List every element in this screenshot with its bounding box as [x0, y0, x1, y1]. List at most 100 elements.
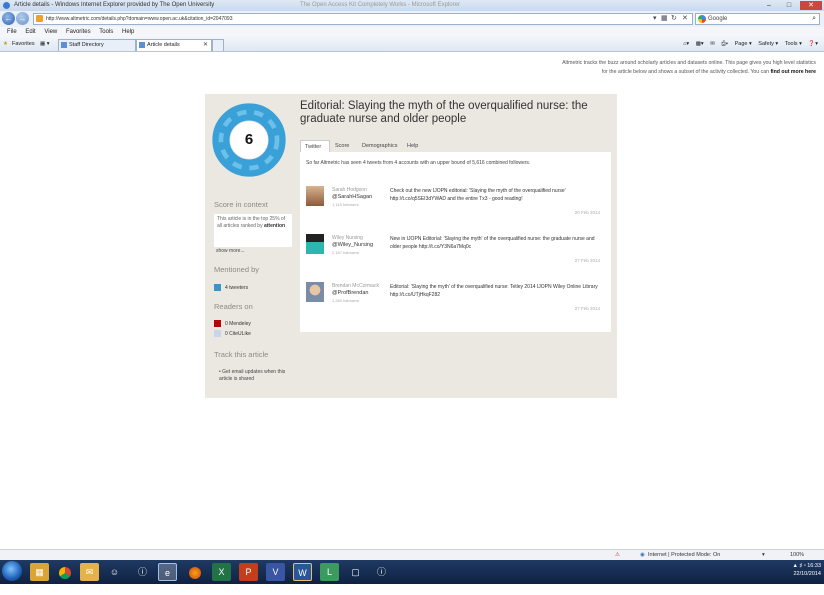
email-updates-text: Get email updates when this article is s… — [219, 369, 286, 382]
altmetric-score: 6 — [244, 131, 254, 148]
menu-edit[interactable]: Edit — [25, 29, 35, 35]
tweet-handle[interactable]: @SarahHSagan — [332, 194, 372, 201]
search-icon[interactable]: ⌕ — [812, 14, 816, 24]
intro-line-1: Altmetric tracks the buzz around scholar… — [562, 60, 816, 66]
tweet-author: Wiley Nursing — [332, 235, 363, 241]
quick-tabs-icon[interactable]: ▦ ▾ — [40, 39, 50, 50]
email-updates-link[interactable]: • Get email updates when this article is… — [219, 369, 289, 383]
compat-view-icon[interactable]: ▦ — [661, 14, 668, 22]
tweet-date[interactable]: 20 Feb 2014 — [575, 210, 600, 215]
tweet-date[interactable]: 27 Feb 2014 — [575, 258, 600, 263]
page-icon — [139, 42, 145, 48]
mail-icon[interactable]: ✉ — [710, 41, 715, 47]
chrome-icon[interactable] — [55, 563, 74, 581]
mendeley-swatch-icon — [214, 320, 221, 327]
tab-demographics[interactable]: Demographics — [358, 140, 401, 152]
menu-help[interactable]: Help — [122, 29, 134, 35]
help-icon[interactable]: ❓▾ — [808, 41, 818, 47]
tweet-date[interactable]: 27 Feb 2014 — [575, 306, 600, 311]
tab-label: Staff Directory — [69, 42, 104, 48]
find-out-more-link[interactable]: find out more here — [770, 69, 816, 75]
tab-article-details[interactable]: Article details ✕ — [136, 39, 212, 51]
lync-icon[interactable]: L — [320, 563, 339, 581]
internet-explorer-icon[interactable]: e — [158, 563, 177, 581]
tweet-author: Brendan McCormack — [332, 283, 379, 289]
forward-button[interactable]: → — [16, 12, 29, 25]
favorites-button[interactable]: Favorites — [12, 39, 35, 50]
menu-favorites[interactable]: Favorites — [66, 29, 91, 35]
security-zone[interactable]: Internet | Protected Mode: On — [648, 550, 720, 560]
refresh-icon[interactable]: ↻ — [671, 14, 677, 22]
popup-blocked-icon[interactable]: ⚠ — [615, 550, 620, 560]
citeulike-swatch-icon — [214, 330, 221, 337]
tray-icons[interactable]: ▲ ♯ ▫ — [793, 563, 806, 569]
feeds-icon[interactable]: ▩▾ — [696, 41, 704, 47]
back-button[interactable]: ← — [2, 12, 15, 25]
tweet-handle[interactable]: @Wiley_Nursing — [332, 242, 373, 249]
people-icon[interactable]: ☺ — [105, 563, 124, 581]
address-row: ← → http://www.altmetric.com/details.php… — [0, 11, 824, 27]
firefox-icon[interactable] — [185, 563, 204, 581]
new-tab-button[interactable] — [212, 39, 224, 51]
tray-date[interactable]: 22/10/2014 — [793, 570, 821, 578]
start-button[interactable] — [2, 561, 22, 581]
safety-menu[interactable]: Safety ▾ — [758, 41, 778, 47]
twitter-swatch-icon — [214, 284, 221, 291]
tweet-item: Wiley Nursing @Wiley_Nursing 2,187 follo… — [306, 234, 606, 274]
address-field[interactable]: http://www.altmetric.com/details.php?dom… — [33, 13, 693, 25]
taskbar: ▦ ✉ ☺ ⓘ e X P V W L ▢ ⓘ ▲ ♯ ▫ 16:33 22/1… — [0, 560, 824, 584]
tweet-author: Sarah Hodgson — [332, 187, 367, 193]
home-icon[interactable]: ⌂▾ — [683, 41, 689, 47]
title-bar: Article details - Windows Internet Explo… — [0, 0, 824, 11]
system-tray: ▲ ♯ ▫ 16:33 22/10/2014 — [793, 562, 822, 578]
favorites-star-icon[interactable]: ★ — [3, 39, 8, 50]
track-heading: Track this article — [214, 350, 269, 359]
excel-icon[interactable]: X — [212, 563, 231, 581]
avatar[interactable] — [306, 234, 324, 254]
tweet-handle[interactable]: @ProfBrendan — [332, 290, 368, 297]
tab-score[interactable]: Score — [331, 140, 353, 152]
page-menu[interactable]: Page ▾ — [735, 41, 752, 47]
visio-icon[interactable]: V — [266, 563, 285, 581]
stop-icon[interactable]: ✕ — [682, 14, 688, 22]
search-input[interactable]: Google ⌕ — [695, 13, 820, 25]
address-dropdown-icon[interactable]: ▾ — [653, 14, 657, 22]
menu-bar: File Edit View Favorites Tools Help — [0, 27, 824, 37]
tray-time[interactable]: 16:33 — [807, 563, 821, 569]
tab-staff-directory[interactable]: Staff Directory — [58, 39, 136, 51]
outlook-icon[interactable]: ✉ — [80, 563, 99, 581]
maximize-button[interactable]: □ — [780, 1, 798, 10]
menu-view[interactable]: View — [44, 29, 57, 35]
ie-icon — [3, 2, 10, 9]
window-title: Article details - Windows Internet Explo… — [14, 2, 215, 8]
tweeters-link[interactable]: 4 tweeters — [225, 285, 248, 291]
avatar[interactable] — [306, 282, 324, 302]
powerpoint-icon[interactable]: P — [239, 563, 258, 581]
tweet-followers: 1,280 followers — [332, 298, 359, 303]
protected-mode-icon[interactable]: ▾ — [762, 550, 765, 560]
zoom-level[interactable]: 100% — [790, 550, 804, 560]
screen: Article details - Windows Internet Explo… — [0, 0, 824, 595]
tab-close-icon[interactable]: ✕ — [203, 40, 208, 51]
info-icon[interactable]: ⓘ — [372, 563, 391, 581]
close-button[interactable]: ✕ — [800, 1, 822, 10]
show-more-link[interactable]: show more... — [216, 248, 245, 254]
app-window-icon[interactable]: ▢ — [346, 563, 365, 581]
readers-on-heading: Readers on — [214, 302, 253, 311]
menu-tools[interactable]: Tools — [99, 29, 113, 35]
tab-help[interactable]: Help — [403, 140, 422, 152]
tweet-item: Brendan McCormack @ProfBrendan 1,280 fol… — [306, 282, 606, 322]
print-icon[interactable]: ⎙▾ — [721, 41, 728, 47]
window-center-title: The Open Access Kit Completely Works - M… — [300, 2, 460, 8]
mentioned-by-heading: Mentioned by — [214, 265, 260, 274]
command-bar: ⌂▾ ▩▾ ✉ ⎙▾ Page ▾ Safety ▾ Tools ▾ ❓▾ — [678, 39, 818, 50]
avatar[interactable] — [306, 186, 324, 206]
tab-twitter[interactable]: Twitter — [300, 140, 330, 152]
menu-file[interactable]: File — [7, 29, 17, 35]
explorer-icon[interactable]: ▦ — [30, 563, 49, 581]
status-bar: ⚠ ◉ Internet | Protected Mode: On ▾ 100% — [0, 549, 824, 560]
word-icon[interactable]: W — [293, 563, 312, 581]
tools-menu[interactable]: Tools ▾ — [785, 41, 802, 47]
help-center-icon[interactable]: ⓘ — [133, 563, 152, 581]
minimize-button[interactable]: – — [760, 1, 778, 10]
